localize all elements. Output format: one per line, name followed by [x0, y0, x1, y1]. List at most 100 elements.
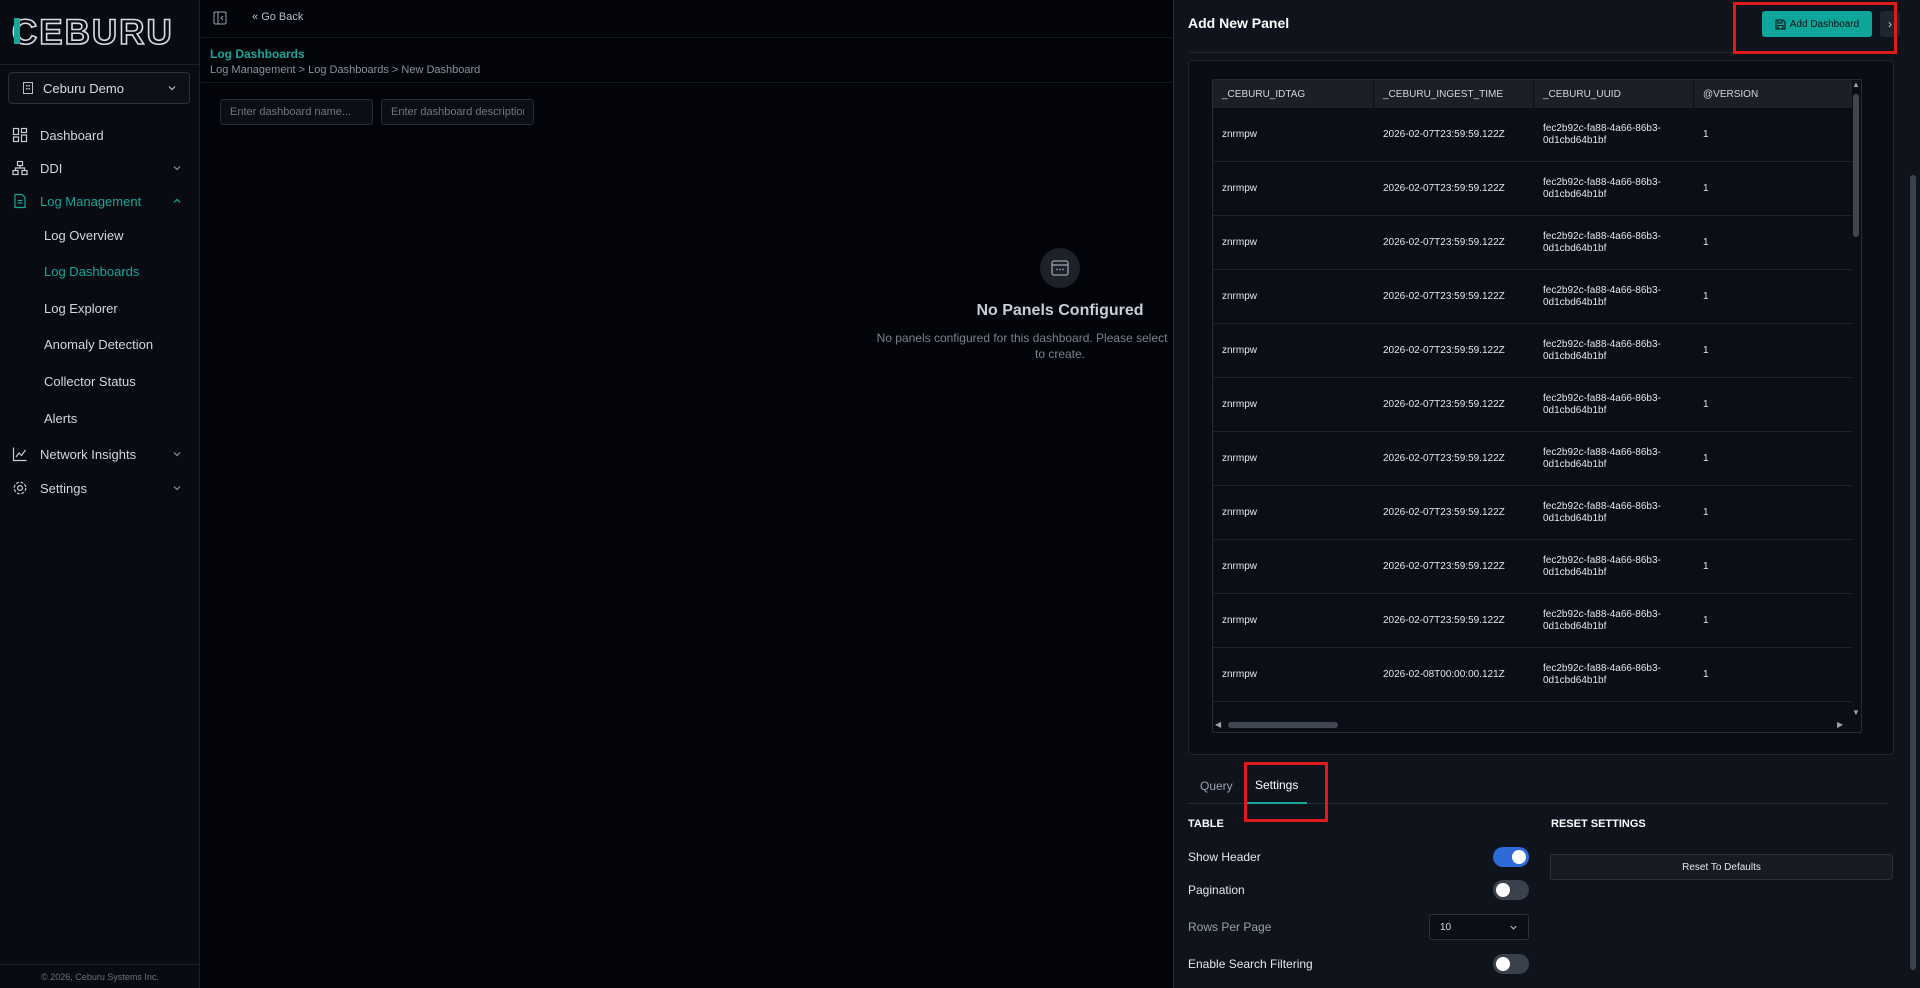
tab-query[interactable]: Query: [1200, 768, 1233, 804]
sidebar-item-ddi[interactable]: DDI: [0, 153, 200, 183]
sidebar-item-label: Network Insights: [40, 446, 137, 462]
drawer-scrollbar[interactable]: [1910, 60, 1916, 980]
toggle-knob: [1496, 883, 1510, 897]
uuid-part: fec2b92c-fa88-4a66-86b3-: [1543, 122, 1661, 134]
table-row[interactable]: znrmpw 2026-02-07T23:59:59.122Z fec2b92c-f…: [1213, 108, 1853, 162]
sidebar-toggle-icon[interactable]: [213, 11, 227, 25]
table-cell: znrmpw: [1222, 560, 1258, 572]
table-cell: 1: [1703, 344, 1709, 356]
table-cell: fec2b92c-fa88-4a66-86b3- 0d1cbd64b1bf: [1534, 162, 1694, 215]
table-row[interactable]: znrmpw 2026-02-07T23:59:59.122Z fec2b92c-f…: [1213, 540, 1853, 594]
uuid-part: fec2b92c-fa88-4a66-86b3-: [1543, 500, 1661, 512]
sidebar-subitem-collector-status[interactable]: Collector Status: [44, 368, 136, 394]
sidebar-subitem-log-explorer[interactable]: Log Explorer: [44, 295, 118, 321]
sidebar-item-log-management[interactable]: Log Management: [0, 186, 200, 216]
show-header-label: Show Header: [1188, 850, 1261, 864]
go-back-link[interactable]: « Go Back: [252, 11, 303, 23]
enable-search-toggle[interactable]: [1493, 954, 1529, 974]
chevron-up-icon: [173, 198, 181, 203]
dashboard-icon: [12, 127, 28, 143]
table-cell: znrmpw: [1222, 344, 1258, 356]
scrollbar-thumb[interactable]: [1228, 722, 1338, 728]
rows-per-page-value: 10: [1440, 921, 1452, 933]
table-cell: fec2b92c-fa88-4a66-86b3- 0d1cbd64b1bf: [1534, 540, 1694, 593]
table-vertical-scrollbar[interactable]: ▲ ▼: [1851, 80, 1861, 720]
table-horizontal-scrollbar[interactable]: ◀ ▶: [1213, 718, 1861, 732]
table-row[interactable]: znrmpw 2026-02-07T23:59:59.122Z fec2b92c-f…: [1213, 432, 1853, 486]
table-cell: znrmpw: [1222, 182, 1258, 194]
table-cell: znrmpw: [1222, 506, 1258, 518]
toggle-knob: [1496, 957, 1510, 971]
column-header[interactable]: _CEBURU_UUID: [1534, 80, 1694, 108]
column-header[interactable]: @VERSION: [1694, 80, 1853, 108]
go-back-label: Go Back: [261, 11, 304, 23]
table-row[interactable]: znrmpw 2026-02-07T23:59:59.122Z fec2b92c-f…: [1213, 378, 1853, 432]
table-cell: znrmpw: [1222, 290, 1258, 302]
scrollbar-thumb[interactable]: [1853, 94, 1859, 237]
sidebar-item-label: Dashboard: [40, 127, 104, 143]
rows-per-page-select[interactable]: 10: [1429, 914, 1529, 940]
uuid-part: fec2b92c-fa88-4a66-86b3-: [1543, 554, 1661, 566]
uuid-part: 0d1cbd64b1bf: [1543, 296, 1607, 308]
scroll-left-arrow-icon[interactable]: ◀: [1215, 720, 1221, 729]
scrollbar-thumb[interactable]: [1910, 175, 1916, 970]
chevron-down-icon: [173, 166, 181, 171]
sidebar-subitem-anomaly-detection[interactable]: Anomaly Detection: [44, 331, 153, 357]
sidebar-subitem-log-overview[interactable]: Log Overview: [44, 222, 123, 248]
table-header: _CEBURU_IDTAG _CEBURU_INGEST_TIME _CEBUR…: [1213, 80, 1853, 108]
show-header-toggle[interactable]: [1493, 847, 1529, 867]
tab-settings[interactable]: Settings: [1246, 768, 1308, 804]
uuid-part: 0d1cbd64b1bf: [1543, 512, 1607, 524]
chevron-down-icon: [168, 86, 176, 91]
table-row[interactable]: znrmpw 2026-02-07T23:59:59.122Z fec2b92c-f…: [1213, 216, 1853, 270]
table-row[interactable]: znrmpw 2026-02-07T23:59:59.122Z fec2b92c-f…: [1213, 486, 1853, 540]
table-row[interactable]: znrmpw 2026-02-07T23:59:59.122Z fec2b92c-f…: [1213, 594, 1853, 648]
sidebar-item-label: DDI: [40, 160, 63, 176]
add-dashboard-button[interactable]: Add Dashboard: [1762, 11, 1872, 37]
scroll-right-arrow-icon[interactable]: ▶: [1837, 720, 1843, 729]
table-cell: 1: [1703, 182, 1709, 194]
dashboard-name-input[interactable]: [220, 99, 373, 125]
sidebar-subitem-log-dashboards[interactable]: Log Dashboards: [44, 258, 139, 284]
scroll-down-arrow-icon[interactable]: ▼: [1852, 708, 1860, 717]
section-title-reset: RESET SETTINGS: [1551, 818, 1646, 830]
sidebar-item-label: Settings: [40, 480, 87, 496]
column-header[interactable]: _CEBURU_INGEST_TIME: [1374, 80, 1534, 108]
sidebar-item-settings[interactable]: Settings: [0, 473, 200, 503]
uuid-part: fec2b92c-fa88-4a66-86b3-: [1543, 662, 1661, 674]
table-cell: 1: [1703, 668, 1709, 680]
close-drawer-button[interactable]: ›: [1880, 11, 1900, 37]
enable-search-label: Enable Search Filtering: [1188, 957, 1313, 971]
section-title-table: TABLE: [1188, 818, 1224, 830]
data-table: _CEBURU_IDTAG _CEBURU_INGEST_TIME _CEBUR…: [1212, 79, 1862, 733]
reset-to-defaults-button[interactable]: Reset To Defaults: [1550, 854, 1893, 880]
table-cell: 1: [1703, 290, 1709, 302]
table-row[interactable]: znrmpw 2026-02-07T23:59:59.122Z fec2b92c-f…: [1213, 162, 1853, 216]
table-cell: 1: [1703, 506, 1709, 518]
table-cell: 2026-02-07T23:59:59.122Z: [1383, 398, 1505, 410]
uuid-part: 0d1cbd64b1bf: [1543, 188, 1607, 200]
table-row[interactable]: znrmpw 2026-02-07T23:59:59.122Z fec2b92c-f…: [1213, 270, 1853, 324]
table-cell: znrmpw: [1222, 128, 1258, 140]
column-header[interactable]: _CEBURU_IDTAG: [1213, 80, 1374, 108]
table-row[interactable]: znrmpw 2026-02-07T23:59:59.122Z fec2b92c-f…: [1213, 324, 1853, 378]
uuid-part: fec2b92c-fa88-4a66-86b3-: [1543, 338, 1661, 350]
sidebar-subitem-alerts[interactable]: Alerts: [44, 405, 77, 431]
org-selector-value: Ceburu Demo: [43, 80, 124, 96]
drawer-title: Add New Panel: [1188, 15, 1290, 31]
sidebar-item-dashboard[interactable]: Dashboard: [0, 120, 200, 150]
table-cell: 1: [1703, 128, 1709, 140]
org-selector[interactable]: Ceburu Demo: [8, 72, 190, 104]
table-row[interactable]: znrmpw 2026-02-08T00:00:00.121Z fec2b92c-f…: [1213, 648, 1853, 702]
scroll-up-arrow-icon[interactable]: ▲: [1852, 80, 1860, 89]
sidebar-item-label: Log Management: [40, 193, 142, 209]
double-chevron-left-icon: «: [252, 11, 259, 23]
ceburu-logo[interactable]: CEBURU: [12, 14, 177, 48]
sidebar-item-network-insights[interactable]: Network Insights: [0, 439, 200, 469]
add-panel-drawer: Add New Panel Add Dashboard › _CEBURU_ID…: [1173, 0, 1920, 988]
pagination-toggle[interactable]: [1493, 880, 1529, 900]
dashboard-description-input[interactable]: [381, 99, 534, 125]
table-cell: 1: [1703, 614, 1709, 626]
table-cell: 2026-02-07T23:59:59.122Z: [1383, 128, 1505, 140]
uuid-part: fec2b92c-fa88-4a66-86b3-: [1543, 446, 1661, 458]
